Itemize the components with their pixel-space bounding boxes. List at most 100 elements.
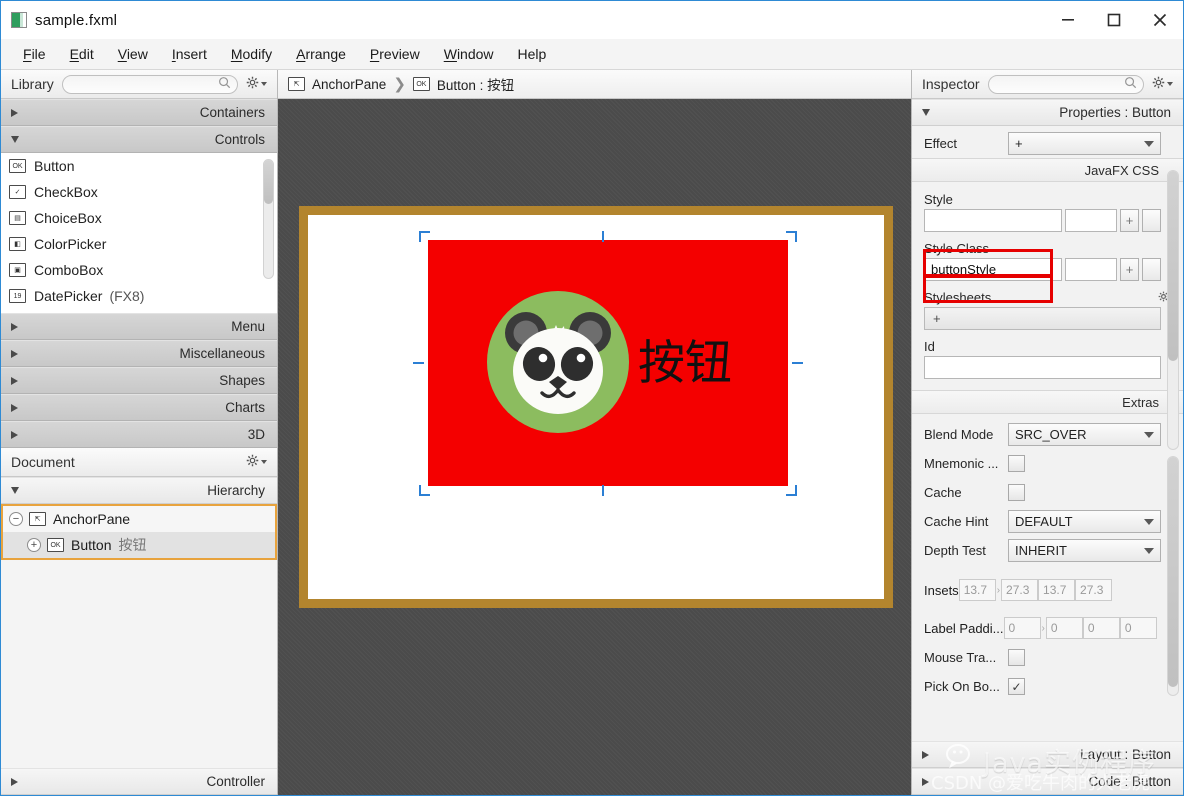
inspector-scrollbar[interactable] [1167,170,1179,450]
collapse-icon[interactable]: − [9,512,23,526]
menu-preview-label: review [379,46,420,62]
label-padding-top-input[interactable]: 0 [1003,617,1041,639]
menu-edit[interactable]: Edit [58,41,106,67]
label-padding-row: Label Paddi... 0 › 0 0 0 [912,617,1183,639]
menu-file[interactable]: File [11,41,58,67]
mouse-transparent-row: Mouse Tra... [912,643,1183,672]
title-bar: sample.fxml [1,1,1183,39]
close-button[interactable] [1137,1,1183,39]
chevron-right-icon [922,777,929,786]
minimize-button[interactable] [1045,1,1091,39]
insets-left-input[interactable]: 27.3 [1075,579,1113,601]
inspector-menu-button[interactable] [1152,76,1177,92]
library-item-choicebox[interactable]: ▤ ChoiceBox [1,205,277,231]
library-item-datepicker[interactable]: 19 DatePicker (FX8) [1,283,277,309]
style-input-secondary[interactable] [1065,209,1117,232]
label-padding-bottom-input[interactable]: 0 [1082,617,1120,639]
effect-combo[interactable]: + [1008,132,1161,155]
library-item-checkbox[interactable]: ✓ CheckBox [1,179,277,205]
menu-arrange[interactable]: Arrange [284,41,358,67]
menu-bar: File Edit View Insert Modify Arrange Pre… [1,39,1183,70]
document-section-controller[interactable]: Controller [1,768,277,795]
extras-label: Extras [1122,394,1159,410]
hierarchy-tree: − ⇱ AnchorPane + OK Button 按钮 [1,504,277,795]
depth-test-combo[interactable]: INHERIT [1008,539,1161,562]
style-add-button[interactable]: + [1120,209,1139,232]
library-item-label: ColorPicker [34,236,107,252]
style-class-add-button[interactable]: + [1120,258,1139,281]
library-section-charts[interactable]: Charts [1,394,277,421]
menu-preview[interactable]: Preview [358,41,432,67]
blend-mode-combo[interactable]: SRC_OVER [1008,423,1161,446]
inspector-scrollbar-lower[interactable] [1167,456,1179,696]
cache-checkbox[interactable] [1008,484,1025,501]
library-section-controls[interactable]: Controls [1,126,277,153]
stylesheets-label: Stylesheets [912,281,1183,307]
document-section-hierarchy[interactable]: Hierarchy [1,477,277,504]
pick-on-bounds-checkbox[interactable]: ✓ [1008,678,1025,695]
button-widget[interactable]: 按钮 [428,240,788,486]
library-item-button[interactable]: OK Button [1,153,277,179]
document-title: Document [11,454,75,470]
document-menu-button[interactable] [246,454,271,470]
menu-modify-label: odify [242,46,273,62]
insets-right-input[interactable]: 27.3 [1001,579,1039,601]
inspector-section-layout[interactable]: Layout : Button [912,741,1183,768]
menu-view[interactable]: View [106,41,160,67]
menu-edit-mnemonic: E [69,46,79,62]
mouse-transparent-label: Mouse Tra... [924,650,997,665]
chevron-down-icon [1144,140,1154,147]
library-section-shapes[interactable]: Shapes [1,367,277,394]
library-search-input[interactable] [61,74,238,94]
mouse-transparent-checkbox[interactable] [1008,649,1025,666]
design-canvas[interactable]: 按钮 [278,99,911,795]
menu-window[interactable]: Window [432,41,506,67]
cache-hint-combo[interactable]: DEFAULT [1008,510,1161,533]
tree-item-anchorpane[interactable]: − ⇱ AnchorPane [3,506,275,532]
library-section-miscellaneous[interactable]: Miscellaneous [1,340,277,367]
library-section-3d[interactable]: 3D [1,421,277,448]
maximize-button[interactable] [1091,1,1137,39]
anchorpane-container[interactable]: 按钮 [299,206,893,608]
style-input[interactable] [924,209,1062,232]
style-class-dropdown-button[interactable] [1142,258,1161,281]
library-item-combobox[interactable]: ▣ ComboBox [1,257,277,283]
library-panel-header: Library [1,70,277,99]
library-item-colorpicker[interactable]: ◧ ColorPicker [1,231,277,257]
inspector-section-code[interactable]: Code : Button [912,768,1183,795]
expand-icon[interactable]: + [27,538,41,552]
menu-file-mnemonic: F [23,46,32,62]
stylesheets-add-button[interactable]: + [924,307,1161,330]
depth-test-value: INHERIT [1015,543,1067,558]
style-class-input[interactable]: buttonStyle [924,258,1062,281]
breadcrumb-item-button[interactable]: OK Button : 按钮 [412,74,514,94]
mnemonic-checkbox[interactable] [1008,455,1025,472]
menu-insert[interactable]: Insert [160,41,219,67]
insets-label: Insets [924,582,959,598]
label-padding-right-input[interactable]: 0 [1045,617,1083,639]
style-dropdown-button[interactable] [1142,209,1161,232]
layout-section-label: Layout : Button [1080,747,1171,762]
library-section-containers[interactable]: Containers [1,99,277,126]
inspector-section-properties[interactable]: Properties : Button [912,99,1183,126]
tree-item-button[interactable]: + OK Button 按钮 [3,532,275,558]
inspector-search-input[interactable] [987,74,1144,94]
library-scrollbar[interactable] [263,159,274,279]
breadcrumb: ⇱ AnchorPane ❯ OK Button : 按钮 [278,70,911,99]
menu-insert-label: nsert [175,46,207,62]
breadcrumb-item-anchorpane[interactable]: ⇱ AnchorPane [288,77,386,92]
menu-modify[interactable]: Modify [219,41,284,67]
insets-top-input[interactable]: 13.7 [958,579,996,601]
insets-tick-row [912,568,1183,579]
tree-item-label: AnchorPane [53,511,131,527]
label-padding-left-input[interactable]: 0 [1119,617,1157,639]
menu-help[interactable]: Help [506,41,559,67]
library-section-menu[interactable]: Menu [1,313,277,340]
mnemonic-label: Mnemonic ... [924,456,999,471]
id-input[interactable] [924,356,1161,379]
library-item-list: OK Button ✓ CheckBox ▤ ChoiceBox ◧ Color… [1,153,277,313]
library-menu-button[interactable] [246,76,271,92]
library-item-htmleditor[interactable]: <> HTMLEditor [1,309,277,313]
insets-bottom-input[interactable]: 13.7 [1038,579,1076,601]
style-class-input-secondary[interactable] [1065,258,1117,281]
